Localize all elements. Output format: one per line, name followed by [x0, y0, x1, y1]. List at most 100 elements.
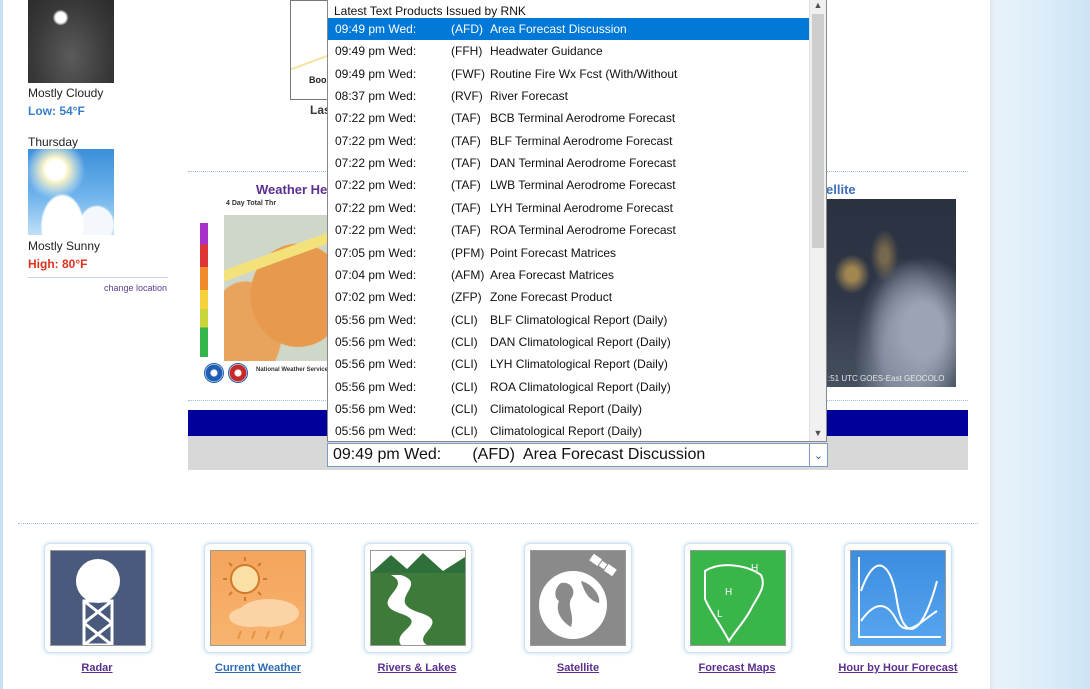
option-time: 07:22 pm Wed:: [335, 133, 417, 148]
option-name: Headwater Guidance: [490, 44, 603, 59]
current-weather-link[interactable]: Current Weather: [178, 662, 338, 674]
dropdown-option[interactable]: 07:22 pm Wed: (TAF) DAN Terminal Aerodrome…: [328, 152, 810, 174]
option-code: (AFD): [451, 22, 483, 36]
option-name: BLF Climatological Report (Daily): [490, 312, 668, 327]
option-code: (PFM): [451, 245, 485, 260]
noaa-logo-icon: [204, 363, 224, 383]
option-code: (CLI): [451, 379, 478, 394]
day-name: Thursday: [28, 135, 79, 149]
dropdown-option[interactable]: 07:22 pm Wed: (TAF) ROA Terminal Aerodrome…: [328, 219, 810, 241]
rivers-lakes-link-tile[interactable]: [364, 543, 472, 653]
hazard-outlook-map[interactable]: 4 Day Total Thr National Weather Service: [196, 199, 330, 387]
radar-link-tile[interactable]: [44, 543, 152, 653]
tonight-low-temp: Low: 54°F: [28, 104, 85, 118]
sun-cloud-icon: [210, 550, 306, 646]
scroll-up-icon[interactable]: ▲: [810, 0, 826, 13]
radar-tower-icon: [50, 550, 146, 647]
mostly-cloudy-night-icon: [28, 0, 114, 83]
option-code: (CLI): [451, 401, 478, 416]
hazard-mini-map[interactable]: [290, 0, 330, 100]
hazard-map-subtitle: 4 Day Total Thr: [226, 200, 277, 207]
dropdown-option[interactable]: 07:22 pm Wed: (TAF) BCB Terminal Aerodrome…: [328, 107, 810, 129]
option-name: DAN Climatological Report (Daily): [490, 334, 671, 349]
option-code: (FFH): [451, 44, 483, 59]
option-name: Area Forecast Discussion: [490, 22, 627, 36]
divider: [28, 277, 168, 278]
option-name: LWB Terminal Aerodrome Forecast: [490, 178, 676, 193]
scroll-thumb[interactable]: [812, 14, 824, 248]
option-code: (TAF): [451, 111, 481, 126]
tonight-condition: Mostly Cloudy: [28, 86, 104, 100]
option-name: Climatological Report (Daily): [490, 401, 643, 416]
globe-satellite-icon: [530, 550, 626, 646]
select-value: 09:49 pm Wed: (AFD) Area Forecast Discus…: [333, 446, 706, 463]
option-name: Zone Forecast Product: [490, 290, 613, 305]
river-icon: [370, 550, 466, 646]
satellite-link-tile[interactable]: [524, 543, 632, 653]
dropdown-option[interactable]: 05:56 pm Wed: (CLI) BLF Climatological Rep…: [328, 309, 810, 331]
option-name: ROA Terminal Aerodrome Forecast: [490, 223, 676, 238]
dropdown-option[interactable]: 05:56 pm Wed: (CLI) Climatological Report …: [328, 420, 810, 441]
dropdown-option[interactable]: 07:22 pm Wed: (TAF) LYH Terminal Aerodrome…: [328, 197, 810, 219]
forecast-maps-link-tile[interactable]: H H L: [684, 543, 792, 653]
option-name: Climatological Report (Daily): [490, 424, 643, 439]
dropdown-option[interactable]: 08:37 pm Wed: (RVF) River Forecast: [328, 85, 810, 107]
option-time: 07:22 pm Wed:: [335, 178, 417, 193]
satellite-image[interactable]: [826, 199, 956, 387]
weather-map-icon: H H L: [690, 550, 786, 646]
dropdown-option[interactable]: 09:49 pm Wed: (FWF) Routine Fire Wx Fcst (…: [328, 63, 810, 85]
dropdown-option[interactable]: 07:05 pm Wed: (PFM) Point Forecast Matrice…: [328, 242, 810, 264]
option-name: Area Forecast Matrices: [490, 267, 615, 282]
option-time: 07:22 pm Wed:: [335, 223, 417, 238]
option-time: 05:56 pm Wed:: [335, 334, 417, 349]
dropdown-option[interactable]: 09:49 pm Wed: (FFH) Headwater Guidance: [328, 40, 810, 62]
dropdown-option[interactable]: 07:04 pm Wed: (AFM) Area Forecast Matrices: [328, 264, 810, 286]
option-time: 07:04 pm Wed:: [335, 267, 417, 282]
dropdown-option[interactable]: 09:49 pm Wed: (AFD) Area Forecast Discussi…: [328, 18, 810, 40]
dropdown-option[interactable]: 05:56 pm Wed: (CLI) Climatological Report …: [328, 398, 810, 420]
svg-text:H: H: [725, 587, 732, 598]
forecast-maps-link[interactable]: Forecast Maps: [657, 662, 817, 674]
option-code: (ZFP): [451, 290, 482, 305]
text-products-dropdown-list[interactable]: Latest Text Products Issued by RNK 09:49…: [327, 0, 827, 442]
option-time: 05:56 pm Wed:: [335, 312, 417, 327]
svg-text:H: H: [751, 563, 758, 574]
rivers-lakes-link[interactable]: Rivers & Lakes: [337, 662, 497, 674]
option-time: 07:22 pm Wed:: [335, 111, 417, 126]
option-code: (FWF): [451, 66, 485, 81]
option-name: River Forecast: [490, 89, 569, 104]
option-code: (TAF): [451, 223, 481, 238]
option-time: 09:49 pm Wed:: [335, 22, 417, 36]
dropdown-option[interactable]: 05:56 pm Wed: (CLI) DAN Climatological Rep…: [328, 331, 810, 353]
scroll-down-icon[interactable]: ▼: [810, 425, 826, 441]
satellite-title[interactable]: ellite: [826, 182, 856, 197]
hour-by-hour-link[interactable]: Hour by Hour Forecast: [818, 662, 978, 674]
option-time: 07:22 pm Wed:: [335, 156, 417, 171]
option-time: 09:49 pm Wed:: [335, 44, 417, 59]
change-location-link[interactable]: change location: [104, 283, 167, 293]
weather-hazards-title[interactable]: Weather He: [256, 182, 327, 197]
dropdown-option[interactable]: 07:02 pm Wed: (ZFP) Zone Forecast Product: [328, 286, 810, 308]
dropdown-option[interactable]: 07:22 pm Wed: (TAF) LWB Terminal Aerodrome…: [328, 174, 810, 196]
option-name: BLF Terminal Aerodrome Forecast: [490, 133, 673, 148]
nws-logo-icon: [228, 363, 248, 383]
day-condition: Mostly Sunny: [28, 239, 101, 253]
mostly-sunny-icon: [28, 149, 114, 235]
option-code: (TAF): [451, 178, 481, 193]
dropdown-option[interactable]: 07:22 pm Wed: (TAF) BLF Terminal Aerodrome…: [328, 130, 810, 152]
option-name: Point Forecast Matrices: [490, 245, 617, 260]
text-products-select[interactable]: 09:49 pm Wed: (AFD) Area Forecast Discus…: [327, 443, 828, 467]
current-weather-link-tile[interactable]: [204, 543, 312, 653]
satellite-caption: :51 UTC GOES-East GEOCOLO: [828, 374, 945, 383]
dropdown-scrollbar[interactable]: ▲ ▼: [809, 0, 826, 441]
satellite-link[interactable]: Satellite: [498, 662, 658, 674]
hour-by-hour-link-tile[interactable]: [844, 543, 952, 653]
graph-wave-icon: [850, 550, 946, 646]
radar-link[interactable]: Radar: [17, 662, 177, 674]
option-name: Routine Fire Wx Fcst (With/Without: [490, 66, 678, 81]
dropdown-option[interactable]: 05:56 pm Wed: (CLI) LYH Climatological Rep…: [328, 353, 810, 375]
dotted-divider: [18, 523, 978, 524]
dropdown-option[interactable]: 05:56 pm Wed: (CLI) ROA Climatological Rep…: [328, 376, 810, 398]
option-name: DAN Terminal Aerodrome Forecast: [490, 156, 676, 171]
chevron-down-icon[interactable]: ⌄: [809, 444, 827, 466]
